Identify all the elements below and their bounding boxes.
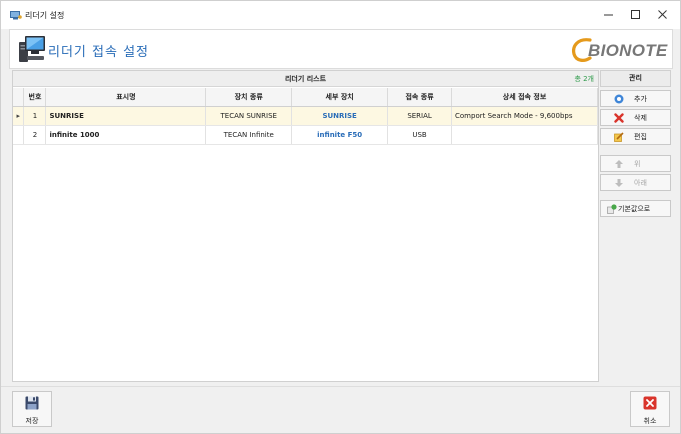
reset-default-button[interactable]: 기본값으로 bbox=[600, 200, 671, 217]
edit-label: 편집 bbox=[634, 133, 647, 141]
table-header-row: 번호 표시명 장치 종류 세부 장치 접속 종류 상세 접속 정보 bbox=[13, 88, 598, 107]
move-down-button[interactable]: 아래 bbox=[600, 174, 671, 191]
reset-default-icon bbox=[607, 203, 617, 214]
cell-name[interactable]: infinite 1000 bbox=[45, 125, 207, 145]
cell-name[interactable]: SUNRISE bbox=[45, 106, 207, 126]
edit-button[interactable]: 편집 bbox=[600, 128, 671, 145]
logo-text: BIONOTE bbox=[588, 41, 668, 60]
maximize-button[interactable] bbox=[623, 6, 649, 24]
cell-device-type[interactable]: TECAN Infinite bbox=[205, 125, 293, 145]
cancel-button[interactable]: 취소 bbox=[630, 391, 670, 427]
reader-list-caption: 리더기 리스트 총 2개 bbox=[13, 71, 598, 87]
arrow-up-icon bbox=[615, 159, 623, 168]
delete-label: 삭제 bbox=[634, 114, 647, 122]
column-indicator bbox=[13, 88, 25, 107]
save-button[interactable]: 저장 bbox=[12, 391, 52, 427]
footer-bar: 저장 취소 bbox=[1, 386, 680, 433]
reader-table: 번호 표시명 장치 종류 세부 장치 접속 종류 상세 접속 정보 ▸ 1 SU… bbox=[13, 88, 598, 145]
table-row[interactable]: ▸ 1 SUNRISE TECAN SUNRISE SUNRISE SERIAL… bbox=[13, 106, 598, 126]
bionote-logo: BIONOTE bbox=[570, 36, 670, 64]
column-sub-device[interactable]: 세부 장치 bbox=[291, 88, 389, 107]
cell-sub-device[interactable]: SUNRISE bbox=[291, 106, 389, 126]
add-label: 추가 bbox=[634, 95, 647, 103]
maximize-icon bbox=[631, 10, 640, 19]
column-connection-type[interactable]: 접속 종류 bbox=[387, 88, 453, 107]
delete-button[interactable]: 삭제 bbox=[600, 109, 671, 126]
move-down-label: 아래 bbox=[634, 179, 647, 187]
computer-icon bbox=[19, 36, 45, 62]
delete-icon bbox=[614, 112, 624, 123]
window-title: 리더기 설정 bbox=[25, 11, 65, 20]
table-row[interactable]: 2 infinite 1000 TECAN Infinite infinite … bbox=[13, 125, 598, 145]
cancel-icon bbox=[643, 396, 657, 410]
cell-connection-type[interactable]: SERIAL bbox=[387, 106, 453, 126]
minimize-button[interactable] bbox=[596, 6, 622, 24]
save-icon bbox=[25, 396, 39, 410]
column-name[interactable]: 표시명 bbox=[45, 88, 207, 107]
close-button[interactable] bbox=[650, 6, 676, 24]
column-device-type[interactable]: 장치 종류 bbox=[205, 88, 293, 107]
cancel-label: 취소 bbox=[643, 417, 657, 425]
arrow-down-icon bbox=[615, 178, 623, 187]
header-banner: 리더기 접속 설정 BIONOTE bbox=[9, 29, 673, 69]
column-connection-detail[interactable]: 상세 접속 정보 bbox=[451, 88, 598, 107]
column-no[interactable]: 번호 bbox=[23, 88, 47, 107]
row-indicator bbox=[13, 125, 25, 145]
close-icon bbox=[658, 10, 667, 19]
move-up-label: 위 bbox=[634, 160, 641, 168]
title-bar: 리더기 설정 bbox=[1, 1, 680, 29]
move-up-button[interactable]: 위 bbox=[600, 155, 671, 172]
cell-no[interactable]: 1 bbox=[23, 106, 47, 126]
cell-connection-type[interactable]: USB bbox=[387, 125, 453, 145]
cell-connection-detail[interactable] bbox=[451, 125, 598, 145]
cell-sub-device[interactable]: infinite F50 bbox=[291, 125, 389, 145]
reader-list-panel: 리더기 리스트 총 2개 번호 표시명 장치 종류 세부 장치 접속 종류 상세… bbox=[12, 70, 599, 382]
management-panel: 관리 추가 삭제 편집 위 아래 기본값으로 bbox=[600, 70, 673, 382]
add-icon bbox=[614, 94, 624, 103]
edit-icon bbox=[614, 131, 624, 142]
save-label: 저장 bbox=[25, 417, 39, 425]
minimize-icon bbox=[604, 14, 613, 16]
reader-settings-window: 리더기 설정 리더기 접속 설정 BIONOTE 리더기 리스트 총 2개 번호… bbox=[0, 0, 681, 434]
add-button[interactable]: 추가 bbox=[600, 90, 671, 107]
page-title: 리더기 접속 설정 bbox=[48, 45, 149, 60]
reset-default-label: 기본값으로 bbox=[618, 205, 651, 213]
device-icon bbox=[10, 11, 22, 20]
cell-no[interactable]: 2 bbox=[23, 125, 47, 145]
management-title: 관리 bbox=[600, 70, 671, 87]
cell-connection-detail[interactable]: Comport Search Mode - 9,600bps bbox=[451, 106, 598, 126]
list-caption: 리더기 리스트 bbox=[284, 75, 327, 83]
cell-device-type[interactable]: TECAN SUNRISE bbox=[205, 106, 293, 126]
row-count: 총 2개 bbox=[574, 75, 594, 83]
row-indicator: ▸ bbox=[13, 106, 25, 126]
